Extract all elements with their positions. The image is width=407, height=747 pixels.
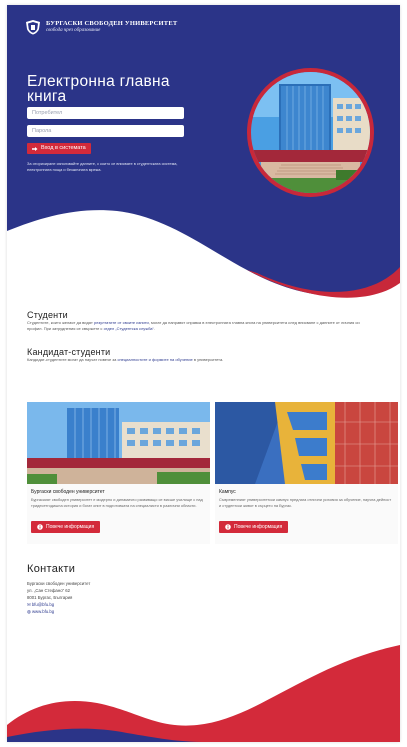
login-button-label: Вход в системата: [41, 145, 86, 151]
envelope-icon: ✉: [27, 602, 31, 607]
campus-card: Кампус Съвременният университетски кампу…: [215, 402, 398, 544]
students-text: Студентите, които желаят да видят резулт…: [27, 320, 362, 332]
contact-address: ул. „Сан Стефано“ 62: [27, 588, 70, 593]
university-motto: свобода чрез образование: [46, 28, 101, 33]
campus-card-text: Съвременният университетски кампус предл…: [219, 497, 392, 508]
sign-in-icon: [32, 146, 38, 151]
shield-icon: [26, 20, 40, 35]
info-icon: [37, 524, 43, 530]
contact-city: 8001 Бургас, България: [27, 595, 73, 600]
campus-more-info-label: Повече информация: [234, 524, 283, 530]
footer-wave: [7, 645, 400, 742]
candidates-section: Кандидат-студенти Кандидат-студентите мо…: [27, 347, 362, 363]
campus-photo: [251, 72, 370, 193]
contact-web-label: www.bfu.bg: [31, 609, 55, 614]
student-service-link[interactable]: отдел „Студентска служба“: [104, 326, 154, 331]
contact-web[interactable]: ◍ www.bfu.bg: [27, 609, 54, 615]
campus-card-photo: [215, 402, 398, 484]
university-more-info-label: Повече информация: [46, 524, 95, 530]
candidates-text-end: в университета.: [193, 357, 224, 362]
students-text-start: Студентите, които желаят да видят: [27, 320, 93, 325]
university-name: БУРГАСКИ СВОБОДЕН УНИВЕРСИТЕТ: [46, 20, 178, 27]
university-photo: [27, 402, 210, 484]
university-card-text: Бургаският свободен университет е модерн…: [31, 497, 203, 508]
contact-name: Бургаски свободен университет: [27, 581, 91, 586]
students-title: Студенти: [27, 310, 68, 320]
contacts-title: Контакти: [27, 563, 76, 575]
candidates-text-start: Кандидат-студентите могат да научат пове…: [27, 357, 117, 362]
contact-email-label: bfu@bfu.bg: [31, 602, 55, 607]
students-text-end: .: [153, 326, 155, 331]
exam-results-link[interactable]: резултатите от своите изпити: [94, 320, 149, 325]
page: БУРГАСКИ СВОБОДЕН УНИВЕРСИТЕТ свобода чр…: [7, 5, 400, 742]
login-note: За оторизиране използвайте данните, с ко…: [27, 161, 178, 172]
username-field[interactable]: Потребител: [27, 107, 184, 119]
university-card: Бургаски свободен университет Бургаският…: [27, 402, 210, 544]
university-card-title: Бургаски свободен университет: [31, 489, 105, 495]
info-icon: [225, 524, 231, 530]
hero-section: БУРГАСКИ СВОБОДЕН УНИВЕРСИТЕТ свобода чр…: [7, 5, 400, 305]
students-section: Студенти Студентите, които желаят да вид…: [27, 310, 362, 332]
campus-card-title: Кампус: [219, 489, 236, 495]
candidates-title: Кандидат-студенти: [27, 347, 111, 357]
university-more-info-button[interactable]: Повече информация: [31, 521, 101, 533]
page-title: Електронна главна книга: [27, 73, 170, 105]
password-field[interactable]: Парола: [27, 125, 184, 137]
specialties-link[interactable]: специалностите и формите на обучение: [117, 357, 192, 362]
globe-icon: ◍: [27, 609, 31, 614]
university-logo[interactable]: БУРГАСКИ СВОБОДЕН УНИВЕРСИТЕТ свобода чр…: [25, 19, 177, 35]
candidates-text: Кандидат-студентите могат да научат пове…: [27, 357, 362, 363]
contact-email[interactable]: ✉ bfu@bfu.bg: [27, 602, 54, 608]
login-button[interactable]: Вход в системата: [27, 143, 91, 154]
campus-more-info-button[interactable]: Повече информация: [219, 521, 289, 533]
